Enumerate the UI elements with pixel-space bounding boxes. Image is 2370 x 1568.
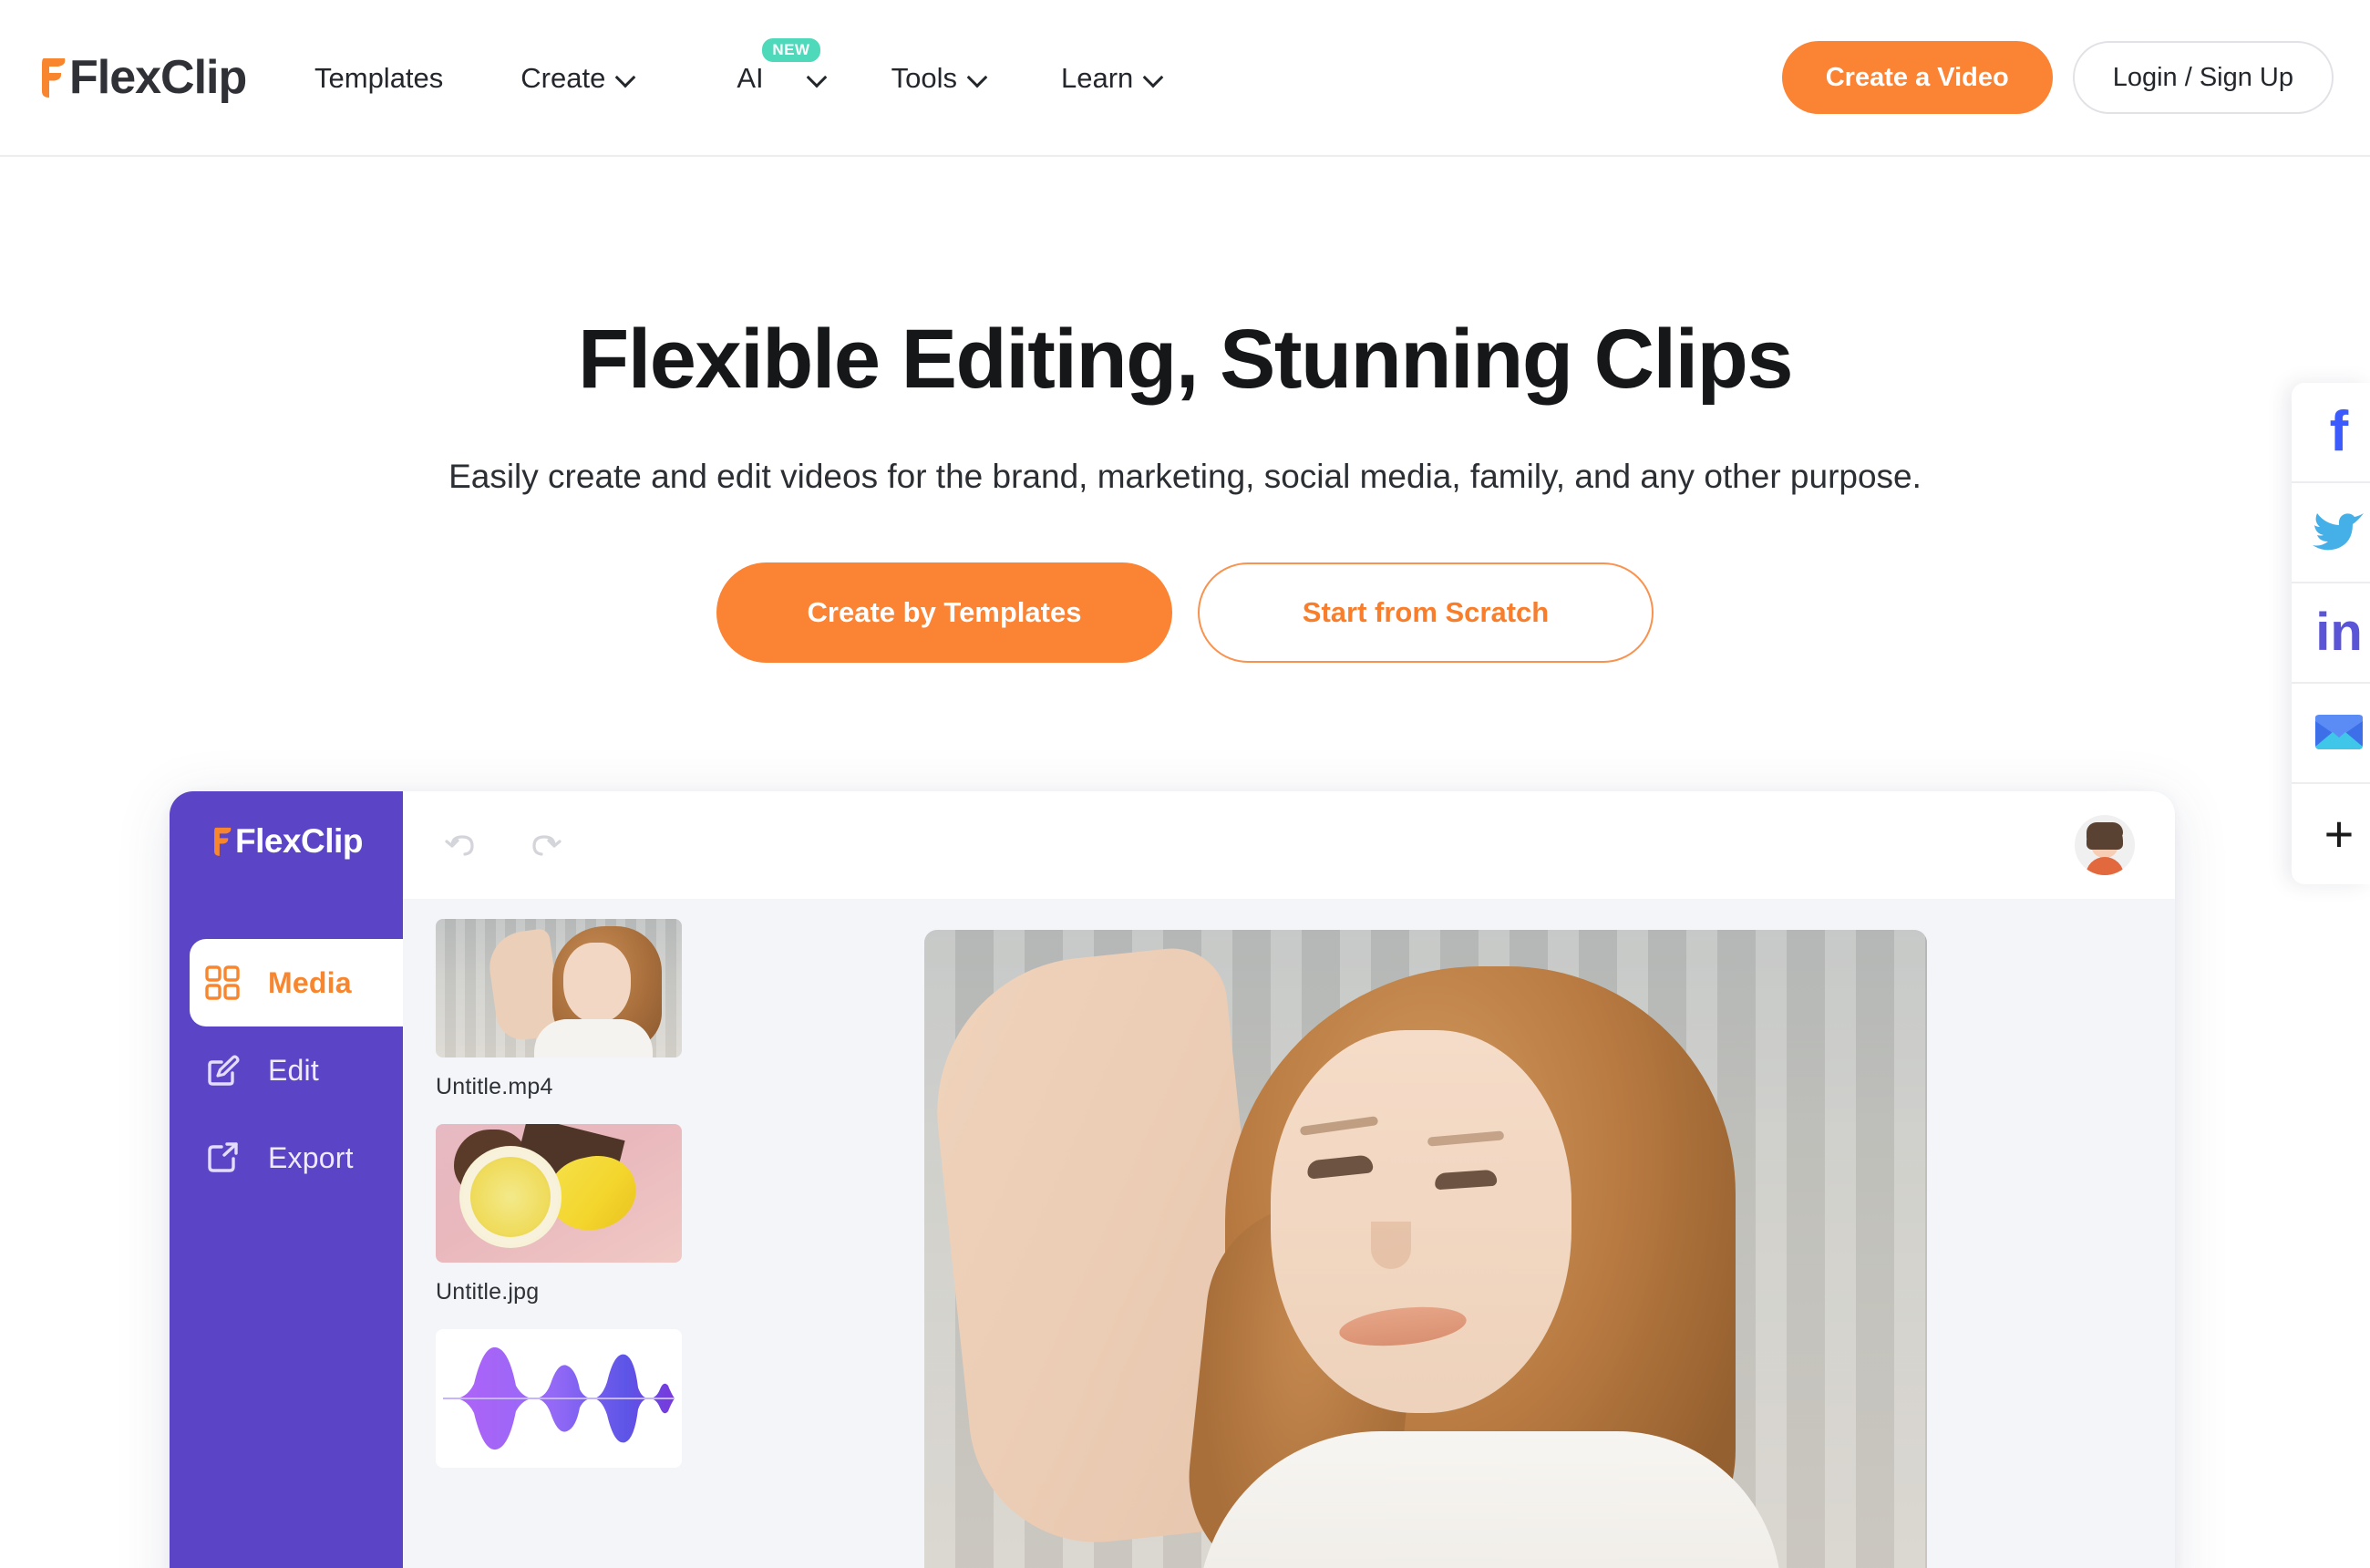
top-navigation-bar: FlexClip Templates Create AI NEW Tools L… [0, 0, 2370, 157]
preview-canvas[interactable] [924, 930, 1927, 1568]
thumb-shirt [534, 1019, 653, 1057]
sidebar-item-label: Media [268, 965, 352, 999]
canvas-nose [1371, 1222, 1411, 1269]
editor-logo: FlexClip [210, 822, 403, 861]
flexclip-logo: FlexClip [36, 51, 247, 104]
share-facebook-button[interactable]: f [2292, 383, 2370, 483]
hero-section: Flexible Editing, Stunning Clips Easily … [0, 157, 2370, 663]
flexclip-f-icon [36, 55, 67, 100]
editor-logo-text: FlexClip [235, 822, 363, 860]
media-thumbnail-audio[interactable] [436, 1329, 682, 1468]
linkedin-icon: in [2315, 603, 2363, 662]
plus-icon: + [2324, 805, 2355, 862]
export-arrow-icon [201, 1136, 244, 1180]
avatar-fringe [2087, 822, 2123, 840]
twitter-icon [2313, 508, 2365, 558]
sidebar-item-label: Export [268, 1140, 354, 1174]
media-panel: Untitle.mp4 Untitle.jpg [403, 919, 704, 1568]
nav-item-label: Tools [891, 61, 958, 94]
login-signup-button[interactable]: Login / Sign Up [2072, 41, 2334, 114]
nav-item-create[interactable]: Create [520, 64, 636, 92]
brand-logo-link[interactable]: FlexClip [36, 0, 247, 155]
thumb-lemon-slice [463, 1150, 558, 1244]
flexclip-f-icon [210, 825, 233, 858]
page-root: FlexClip Templates Create AI NEW Tools L… [0, 0, 2370, 1568]
editor-sidebar: FlexClip Media Edit Export [170, 791, 403, 1568]
create-by-templates-button[interactable]: Create by Templates [716, 562, 1172, 663]
avatar[interactable] [2075, 815, 2135, 875]
share-twitter-button[interactable] [2292, 483, 2370, 583]
share-linkedin-button[interactable]: in [2292, 583, 2370, 684]
grid-icon [201, 961, 244, 1005]
editor-mockup: FlexClip Media Edit Export Untitle.mp4 U… [170, 791, 2175, 1568]
editor-body: Untitle.mp4 Untitle.jpg [403, 899, 2175, 1568]
nav-item-ai[interactable]: AI NEW [737, 37, 828, 94]
editor-main: Untitle.mp4 Untitle.jpg [403, 791, 2175, 1568]
media-filename: Untitle.mp4 [436, 1074, 553, 1099]
media-thumbnail-video[interactable] [436, 919, 682, 1057]
canvas-face [1271, 1030, 1571, 1413]
page-title: Flexible Editing, Stunning Clips [578, 313, 1794, 406]
hero-subtitle: Easily create and edit videos for the br… [448, 458, 1922, 496]
nav-item-templates[interactable]: Templates [314, 64, 443, 92]
sidebar-item-label: Edit [268, 1053, 319, 1087]
media-thumbnail-image[interactable] [436, 1124, 682, 1263]
create-a-video-button[interactable]: Create a Video [1781, 41, 2053, 114]
nav-item-tools[interactable]: Tools [891, 64, 988, 92]
share-email-button[interactable] [2292, 684, 2370, 784]
social-share-rail: f in + [2292, 383, 2370, 884]
nav-item-label: AI [737, 61, 764, 94]
envelope-icon [2313, 710, 2365, 757]
preview-canvas-wrap [704, 919, 2175, 1568]
undo-icon[interactable] [441, 824, 483, 866]
media-filename: Untitle.jpg [436, 1279, 540, 1305]
hero-cta-group: Create by Templates Start from Scratch [0, 562, 2370, 663]
nav-links: Templates Create AI NEW Tools Learn [314, 0, 1164, 155]
chevron-down-icon [616, 67, 636, 88]
new-badge: NEW [762, 37, 820, 62]
nav-item-label: Create [520, 61, 606, 94]
chevron-down-icon [808, 67, 828, 88]
nav-actions: Create a Video Login / Sign Up [1781, 0, 2334, 155]
share-more-button[interactable]: + [2292, 784, 2370, 884]
sidebar-item-edit[interactable]: Edit [170, 1026, 403, 1114]
waveform-icon [443, 1346, 675, 1450]
editor-sidebar-nav: Media Edit Export [170, 939, 403, 1202]
sidebar-item-media[interactable]: Media [190, 939, 403, 1026]
editor-toolbar [403, 791, 2175, 899]
nav-item-learn[interactable]: Learn [1061, 64, 1164, 92]
sidebar-item-export[interactable]: Export [170, 1114, 403, 1202]
nav-item-label: Learn [1061, 61, 1134, 94]
chevron-down-icon [968, 67, 988, 88]
brand-name: FlexClip [69, 51, 247, 104]
nav-item-label: Templates [314, 61, 444, 94]
chevron-down-icon [1144, 67, 1164, 88]
thumb-face [563, 943, 631, 1023]
pencil-square-icon [201, 1048, 244, 1092]
start-from-scratch-button[interactable]: Start from Scratch [1198, 562, 1654, 663]
avatar-body [2086, 857, 2124, 875]
redo-icon[interactable] [523, 824, 565, 866]
facebook-icon: f [2329, 400, 2349, 463]
